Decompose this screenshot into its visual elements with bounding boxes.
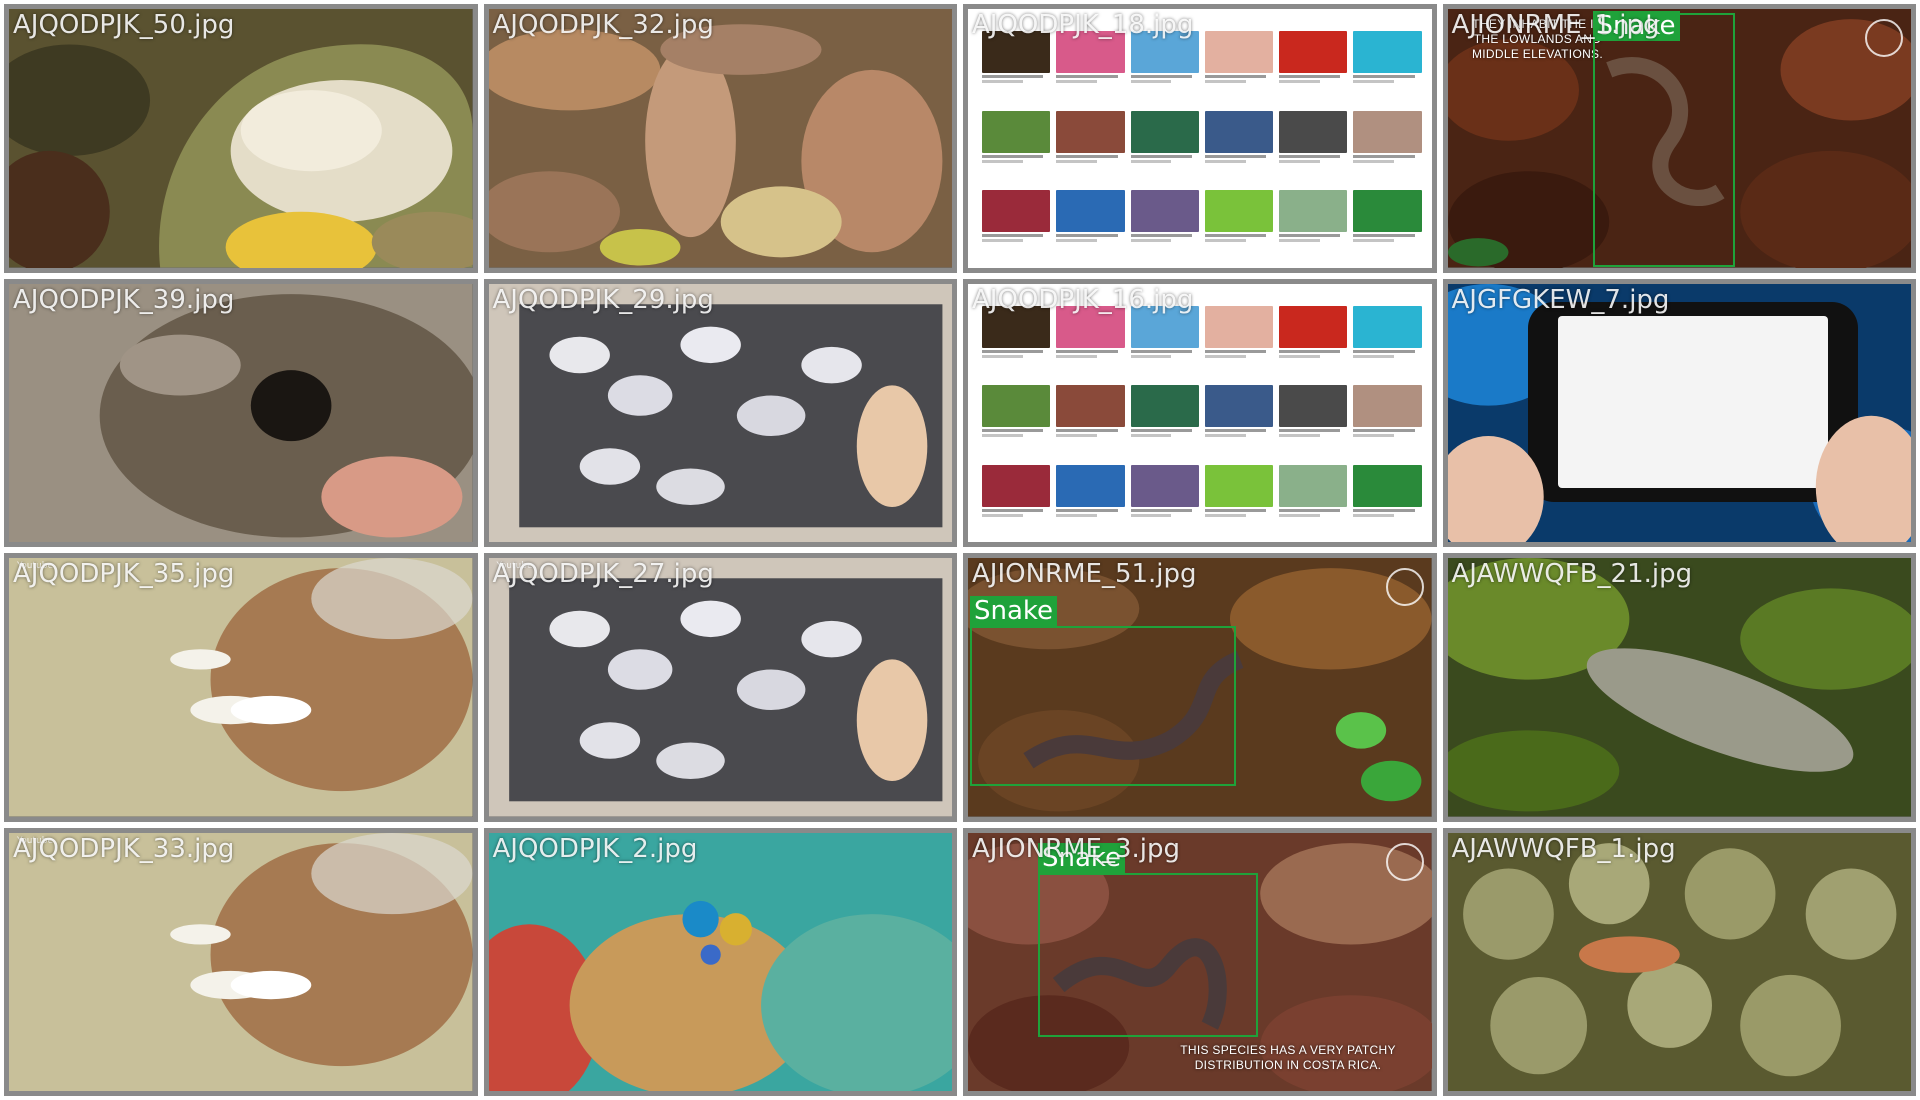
tile-image-video-grid-screenshot	[968, 9, 1432, 268]
tile-image-worm-colony	[9, 283, 473, 542]
image-tile[interactable]: AJQODPJK_50.jpg	[4, 4, 478, 273]
tile-filename: AJIONRME_3.jpg	[972, 833, 1180, 864]
image-tile[interactable]: Youtube AJQODPJK_33.jpg	[4, 827, 478, 1096]
image-tile[interactable]: Youtube AJQODPJK_27.jpg	[483, 553, 957, 822]
tile-image-barnacles-rock	[9, 9, 473, 268]
tile-filename: AJGFGKEW_7.jpg	[1451, 284, 1670, 315]
detection-box	[1592, 13, 1735, 267]
tile-image-barnacle-feeding	[9, 832, 473, 1091]
image-tile[interactable]: AJQODPJK_32.jpg	[483, 4, 957, 273]
image-tile[interactable]: AJGFGKEW_7.jpg	[1442, 278, 1916, 547]
image-grid: AJQODPJK_50.jpg AJQODPJK_32.jpg AJQODPJK…	[0, 0, 1920, 1100]
tile-filename: AJQODPJK_35.jpg	[13, 559, 235, 589]
detection-label: Snake	[970, 596, 1058, 626]
tile-filename: AJIONRME_51.jpg	[972, 559, 1197, 589]
tile-filename: AJQODPJK_39.jpg	[13, 284, 235, 315]
detection-box	[1038, 872, 1258, 1037]
tile-filename: AJQODPJK_50.jpg	[13, 10, 235, 40]
tile-filename: AJQODPJK_32.jpg	[492, 10, 714, 40]
tile-image-goose-barnacles	[488, 558, 952, 817]
image-tile[interactable]: THEY INHABIT THE IN THE LOWLANDS AND MID…	[1442, 4, 1916, 273]
tile-filename: AJQODPJK_2.jpg	[492, 833, 698, 864]
image-tile[interactable]: Snake THIS SPECIES HAS A VERY PATCHY DIS…	[963, 827, 1437, 1096]
tile-filename: AJQODPJK_16.jpg	[972, 284, 1194, 315]
tile-filename: AJAWWQFB_1.jpg	[1451, 833, 1676, 864]
image-tile[interactable]: Snake AJIONRME_51.jpg	[963, 553, 1437, 822]
tile-filename: AJIONRME_1.jpg	[1451, 10, 1660, 40]
tile-image-goose-barnacles	[488, 283, 952, 542]
image-tile[interactable]: AJQODPJK_39.jpg	[4, 278, 478, 547]
tile-image-tube-worm-coral	[488, 832, 952, 1091]
detection-box	[970, 626, 1236, 786]
channel-logo-icon	[1865, 19, 1903, 57]
image-tile[interactable]: Youtube AJQODPJK_35.jpg	[4, 553, 478, 822]
tile-image-barnacle-feeding	[9, 558, 473, 817]
tile-image-egg-cluster	[1447, 832, 1911, 1091]
image-tile[interactable]: AJQODPJK_18.jpg	[963, 4, 1437, 273]
video-caption: THIS SPECIES HAS A VERY PATCHY DISTRIBUT…	[1180, 1042, 1396, 1072]
tile-filename: AJQODPJK_29.jpg	[492, 284, 714, 315]
tile-image-sea-creatures	[488, 9, 952, 268]
image-tile[interactable]: AJAWWQFB_21.jpg	[1442, 553, 1916, 822]
tile-filename: AJQODPJK_18.jpg	[972, 10, 1194, 40]
image-tile[interactable]: AJAWWQFB_1.jpg	[1442, 827, 1916, 1096]
tile-image-phone-tweet	[1447, 283, 1911, 542]
tile-image-video-grid-screenshot	[968, 283, 1432, 542]
tile-filename: AJAWWQFB_21.jpg	[1451, 559, 1693, 589]
image-tile[interactable]: AJQODPJK_2.jpg	[483, 827, 957, 1096]
tile-filename: AJQODPJK_27.jpg	[492, 559, 714, 589]
tile-image-algae-creature	[1447, 558, 1911, 817]
channel-logo-icon	[1385, 568, 1424, 606]
image-tile[interactable]: AJQODPJK_29.jpg	[483, 278, 957, 547]
channel-logo-icon	[1385, 842, 1424, 881]
image-tile[interactable]: AJQODPJK_16.jpg	[963, 278, 1437, 547]
tile-filename: AJQODPJK_33.jpg	[13, 833, 235, 864]
